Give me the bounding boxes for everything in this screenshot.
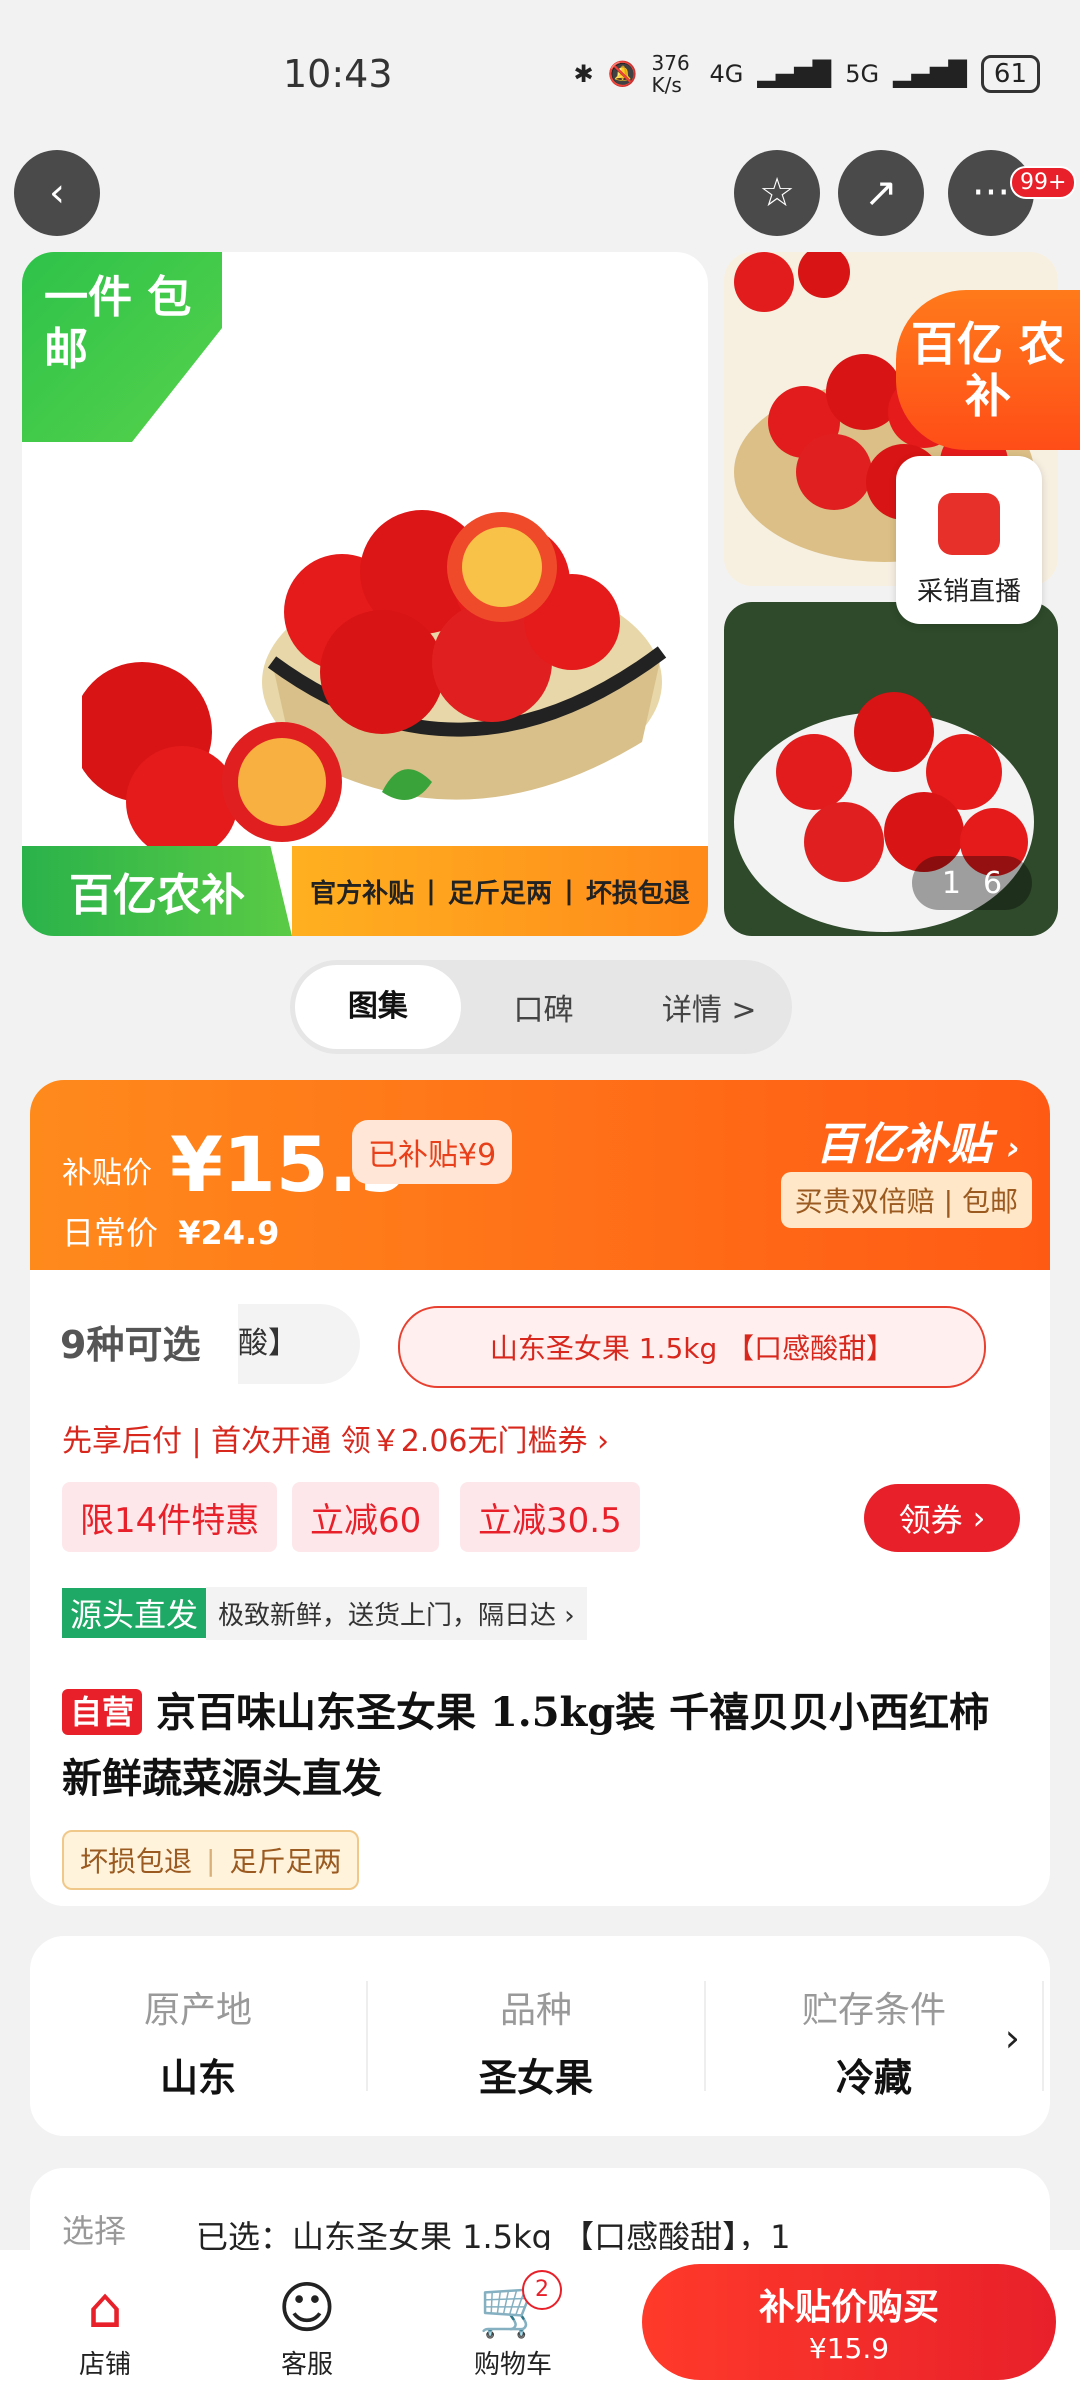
option-pill[interactable]: 酸】 [238, 1304, 360, 1384]
back-icon: ‹ [49, 170, 65, 216]
cart-count-badge: 2 [522, 2270, 562, 2310]
banner-item: 足斤足两 [447, 878, 552, 909]
service-tag: 坏损包退 [80, 1845, 193, 1878]
star-icon: ☆ [759, 170, 795, 216]
subsidy-brand-link[interactable]: 百亿补贴 › [815, 1108, 1020, 1172]
tab-reviews[interactable]: 口碑 [461, 985, 627, 1029]
selection-label: 选择 [62, 2212, 127, 2250]
back-button[interactable]: ‹ [14, 150, 100, 236]
live-icon [938, 493, 1000, 555]
tomato-basket-image [82, 510, 667, 852]
customer-service-button[interactable]: ☺ 客服 [242, 2274, 372, 2381]
banner-item: 坏损包退 [585, 878, 690, 909]
subsidized-amount: 已补贴¥9 [352, 1120, 513, 1184]
mute-icon: 🔕 [607, 60, 638, 88]
daily-price: 日常价 ¥24.9 [62, 1208, 279, 1254]
promo-tag: 限14件特惠 [62, 1482, 278, 1552]
chevron-right-icon: › [972, 1499, 986, 1537]
guarantee-badge: 买贵双倍赔 | 包邮 [780, 1172, 1032, 1228]
pay-later-promo[interactable]: 先享后付 | 首次开通 领￥2.06无门槛券 › [62, 1416, 609, 1460]
more-badge: 99+ [1010, 166, 1077, 199]
favorite-button[interactable]: ☆ [734, 150, 820, 236]
get-coupon-button[interactable]: 领券 › [864, 1484, 1020, 1552]
share-button[interactable]: ↗ [838, 150, 924, 236]
product-title-text: 京百味山东圣女果 1.5kg装 千禧贝贝小西红柿 新鲜蔬菜源头直发 [62, 1689, 990, 1802]
status-icons: ✱ 🔕 376 K/s 4G ▂▄▆█ 5G ▂▄▆█ 61 [573, 51, 1040, 97]
daily-price-label: 日常价 [62, 1214, 159, 1252]
cart-label: 购物车 [473, 2350, 552, 2380]
cart-button[interactable]: 🛒 2 购物车 [448, 2270, 578, 2381]
attributes-card[interactable]: 原产地 山东 品种 圣女果 贮存条件 冷藏 › [30, 1936, 1050, 2136]
battery-icon: 61 [980, 55, 1040, 93]
attribute-origin: 原产地 山东 [30, 1981, 368, 2100]
banner-brand: 百亿农补 [22, 846, 292, 936]
brand-badge[interactable]: 百亿 农补 [896, 290, 1080, 450]
store-icon: ⌂ [87, 2276, 123, 2341]
attribute-label: 品种 [499, 1990, 572, 2031]
attribute-variety: 品种 圣女果 [368, 1981, 706, 2100]
product-info-card: 9种可选 酸】 山东圣女果 1.5kg 【口感酸甜】 先享后付 | 首次开通 领… [30, 1270, 1050, 1906]
status-time: 10:43 [283, 52, 393, 96]
section-tabs: 图集 口碑 详情 > [290, 960, 792, 1054]
source-label: 源头直发 [62, 1588, 207, 1638]
banner-items: 官方补贴 | 足斤足两 | 坏损包退 [292, 846, 708, 936]
main-product-image[interactable]: 一件 包邮 百亿农补 官方补贴 | 足斤足两 | 坏损包退 [22, 252, 708, 936]
image-counter: 1 6 [912, 856, 1032, 910]
subsidy-price-label: 补贴价 [62, 1156, 152, 1191]
promo-tag: 立减30.5 [460, 1482, 640, 1552]
daily-price-value: ¥24.9 [178, 1214, 280, 1252]
option-pill-selected[interactable]: 山东圣女果 1.5kg 【口感酸甜】 [398, 1306, 986, 1388]
subsidy-brand: 百亿补贴 [815, 1119, 992, 1170]
option-count[interactable]: 9种可选 [60, 1314, 200, 1369]
bottom-action-bar: ⌂ 店铺 ☺ 客服 🛒 2 购物车 补贴价购买 ¥15.9 [0, 2250, 1080, 2400]
signal-4g-icon: 4G [709, 60, 744, 88]
source-text: 极致新鲜，送货上门，隔日达 › [206, 1586, 587, 1640]
promo-tag: 立减60 [292, 1482, 440, 1552]
chevron-right-icon: › [1006, 1129, 1020, 1167]
net-speed: 376 K/s [651, 51, 690, 97]
self-operated-badge: 自营 [62, 1689, 143, 1735]
attribute-label: 原产地 [143, 1990, 252, 2031]
live-stream-button[interactable]: 采销直播 [896, 456, 1042, 624]
share-icon: ↗ [864, 170, 898, 216]
coupon-label: 领券 [898, 1501, 963, 1539]
free-shipping-ribbon: 一件 包邮 [22, 252, 222, 442]
buy-label: 补贴价购买 [758, 2287, 939, 2328]
more-icon: ··· [971, 170, 1011, 216]
price-card: 补贴价 ¥15.9 已补贴¥9 日常价 ¥24.9 百亿补贴 › 买贵双倍赔 |… [30, 1080, 1050, 1270]
attribute-value: 山东 [159, 2056, 236, 2100]
attribute-value: 圣女果 [478, 2056, 593, 2100]
store-label: 店铺 [78, 2350, 131, 2380]
chevron-right-icon[interactable]: › [1005, 2016, 1020, 2060]
signal-5g-icon: 5G [845, 60, 880, 88]
service-label: 客服 [280, 2350, 333, 2380]
chat-smile-icon: ☺ [277, 2276, 337, 2341]
counter-total: 6 [983, 865, 1003, 901]
direct-source-badge[interactable]: 源头直发 极致新鲜，送货上门，隔日达 › [62, 1586, 587, 1640]
buy-button[interactable]: 补贴价购买 ¥15.9 [642, 2264, 1056, 2380]
bluetooth-icon: ✱ [573, 60, 594, 88]
tab-gallery[interactable]: 图集 [295, 965, 461, 1049]
status-bar: 10:43 ✱ 🔕 376 K/s 4G ▂▄▆█ 5G ▂▄▆█ 61 [0, 0, 1080, 150]
counter-current: 1 [941, 865, 961, 901]
promo-banner: 百亿农补 官方补贴 | 足斤足两 | 坏损包退 [22, 846, 708, 936]
signal-bars-icon: ▂▄▆█ [893, 60, 967, 88]
service-tags: 坏损包退 | 足斤足两 [62, 1830, 360, 1890]
attribute-storage: 贮存条件 冷藏 [706, 1981, 1044, 2100]
attribute-label: 贮存条件 [801, 1990, 946, 2031]
live-label: 采销直播 [916, 577, 1021, 607]
service-tag: 足斤足两 [229, 1845, 342, 1878]
signal-bars-icon: ▂▄▆█ [757, 60, 832, 88]
product-title: 自营 京百味山东圣女果 1.5kg装 千禧贝贝小西红柿 新鲜蔬菜源头直发 [62, 1680, 1022, 1812]
buy-price: ¥15.9 [808, 2332, 890, 2365]
store-button[interactable]: ⌂ 店铺 [40, 2274, 170, 2381]
banner-item: 官方补贴 [310, 878, 415, 909]
tab-details[interactable]: 详情 > [626, 985, 792, 1029]
attribute-value: 冷藏 [835, 2056, 912, 2100]
